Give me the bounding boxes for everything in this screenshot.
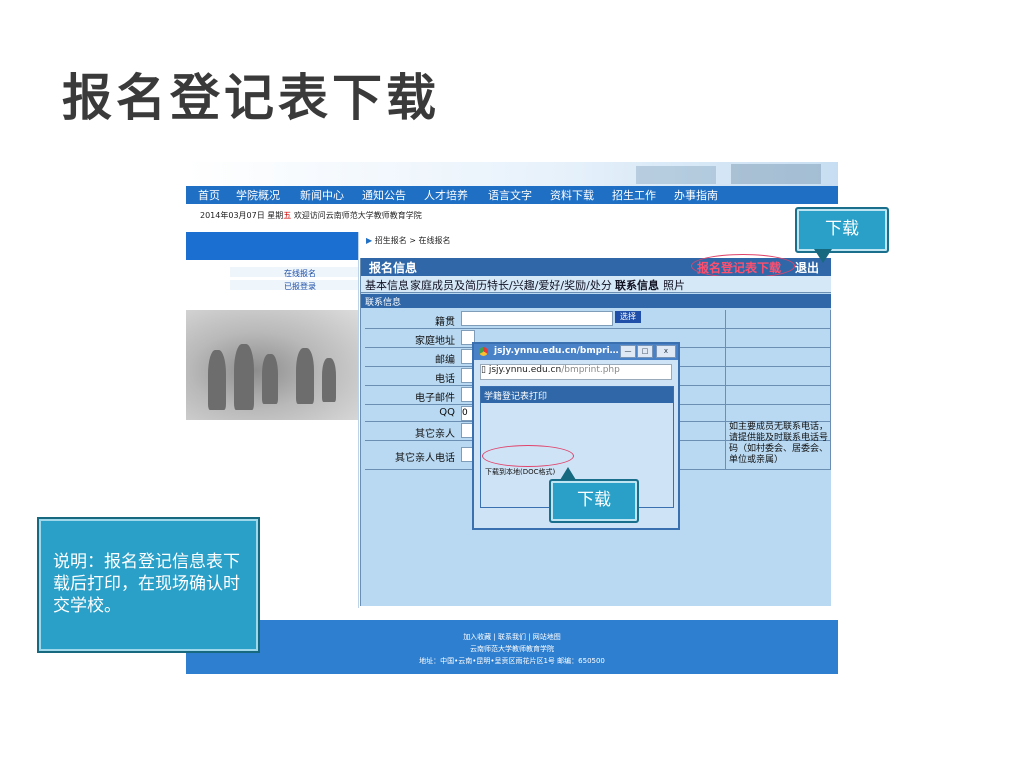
field-label: 电子邮件 [415, 393, 455, 404]
callout-tail [560, 467, 576, 480]
nav-item-admissions[interactable]: 招生工作 [612, 187, 656, 203]
welcome-text: 欢迎访问云南师范大学教师教育学院 [293, 211, 422, 220]
left-link-registered-login[interactable]: 已报登录 [216, 281, 316, 292]
popup-content-title: 学籍登记表打印 [484, 392, 548, 402]
left-link-online-register[interactable]: 在线报名 [216, 268, 316, 279]
slide-title: 报名登记表下载 [62, 69, 440, 127]
column-divider [358, 232, 359, 608]
breadcrumb-text: 招生报名 > 在线报名 [374, 236, 451, 245]
url-host: jsjy.ynnu.edu.cn [488, 365, 562, 375]
download-highlight-ellipse [691, 254, 795, 278]
photo-figure [262, 354, 278, 404]
callout-text: 下载 [577, 490, 611, 510]
maximize-icon[interactable]: □ [637, 345, 653, 358]
photo-figure [234, 344, 254, 410]
nav-item-notices[interactable]: 通知公告 [362, 187, 406, 203]
field-label: 电话 [435, 374, 455, 385]
popup-title: jsjy.ynnu.edu.cn/bmpri… [494, 346, 619, 356]
nav-item-language[interactable]: 语言文字 [488, 187, 532, 203]
site-footer: 加入收藏 | 联系我们 | 网站地图 云南师范大学教师教育学院 地址：中国•云南… [186, 620, 838, 674]
photo-figure [322, 358, 336, 402]
field-label: 其它亲人 [415, 429, 455, 440]
contact-note: 如主要成员无联系电话，请提供能及时联系电话号码（如村委会、居委会、单位或亲属） [729, 422, 829, 465]
left-column-header [186, 232, 358, 260]
callout-text: 下载 [825, 219, 859, 239]
download-callout-top: 下载 [795, 207, 889, 253]
weekday-text: 五 [283, 211, 292, 220]
nav-item-news[interactable]: 新闻中心 [300, 187, 344, 203]
nav-item-downloads[interactable]: 资料下载 [550, 187, 594, 203]
field-label: 其它亲人电话 [395, 453, 455, 464]
tab-family[interactable]: 家庭成员及简历 [410, 277, 487, 293]
nav-item-guide[interactable]: 办事指南 [674, 187, 718, 203]
sculpture-photo [186, 310, 358, 420]
photo-figure [208, 350, 226, 410]
banner-building-image [731, 164, 821, 184]
form-row: 籍贯 选择 [365, 310, 831, 329]
select-button[interactable]: 选择 [615, 311, 641, 323]
footer-address: 地址：中国•云南•昆明•呈贡区雨花片区1号 邮编：650500 [419, 657, 605, 665]
section-header: 联系信息 [361, 294, 831, 308]
explanation-note: 说明：报名登记信息表下载后打印，在现场确认时交学校。 [37, 517, 260, 653]
breadcrumb-arrow-icon: ▶ [366, 236, 373, 245]
popup-address-bar[interactable]: ▯ jsjy.ynnu.edu.cn/bmprint.php [480, 364, 672, 380]
field-label: 家庭地址 [415, 336, 455, 347]
nav-item-training[interactable]: 人才培养 [424, 187, 468, 203]
download-callout-popup: 下载 [549, 479, 639, 523]
section-title: 联系信息 [365, 298, 402, 308]
nav-item-home[interactable]: 首页 [198, 187, 220, 203]
nav-item-about[interactable]: 学院概况 [236, 187, 280, 203]
banner-building-image [636, 166, 716, 184]
form-tabs: 基本信息 家庭成员及简历 特长/兴趣/爱好/奖励/处分 联系信息 照片 [361, 276, 831, 293]
main-nav: 首页 学院概况 新闻中心 通知公告 人才培养 语言文字 资料下载 招生工作 办事… [186, 186, 838, 204]
field-label: 籍贯 [435, 317, 455, 328]
url-path: /bmprint.php [561, 365, 620, 375]
popup-titlebar: jsjy.ynnu.edu.cn/bmpri… — □ x [474, 344, 678, 360]
date-line: 2014年03月07日 星期五 欢迎访问云南师范大学教师教育学院 [200, 210, 422, 221]
footer-org: 云南师范大学教师教育学院 [470, 645, 554, 653]
download-doc-highlight-ellipse [482, 445, 574, 467]
tab-contact-info[interactable]: 联系信息 [615, 277, 659, 293]
close-icon[interactable]: x [656, 345, 676, 358]
footer-links[interactable]: 加入收藏 | 联系我们 | 网站地图 [186, 632, 838, 642]
photo-figure [296, 348, 314, 404]
panel-title: 报名信息 [369, 261, 418, 275]
tab-basic-info[interactable]: 基本信息 [365, 277, 409, 293]
chrome-icon [479, 347, 488, 356]
panel-header: 报名信息 报名登记表下载 退出 [361, 254, 831, 278]
tab-photo[interactable]: 照片 [663, 277, 685, 293]
explanation-text: 说明：报名登记信息表下载后打印，在现场确认时交学校。 [53, 552, 240, 616]
breadcrumb: ▶ 招生报名 > 在线报名 [366, 235, 451, 246]
table-column-divider [725, 310, 726, 470]
popup-content-header: 学籍登记表打印 [481, 387, 673, 403]
native-place-input[interactable] [461, 311, 613, 326]
field-label: QQ [439, 407, 455, 418]
callout-tail [814, 249, 832, 263]
tab-hobbies[interactable]: 特长/兴趣/爱好/奖励/处分 [487, 277, 612, 293]
date-text: 2014年03月07日 星期 [200, 211, 284, 220]
minimize-icon[interactable]: — [620, 345, 636, 358]
download-doc-link[interactable]: 下载到本地(DOC格式) [485, 467, 555, 477]
site-banner [186, 162, 838, 186]
page-icon: ▯ [481, 365, 486, 375]
field-label: 邮编 [435, 355, 455, 366]
